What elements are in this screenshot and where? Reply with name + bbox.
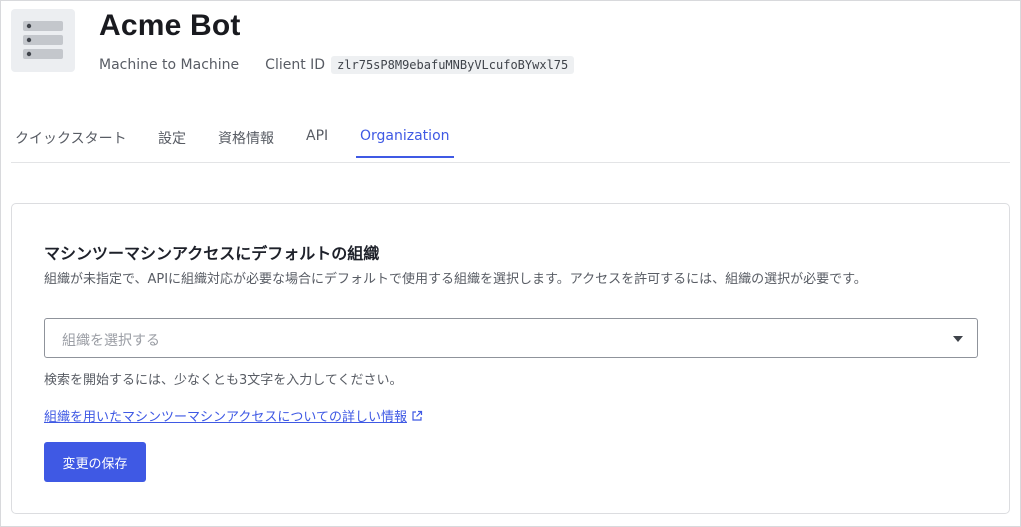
save-changes-button[interactable]: 変更の保存 — [44, 442, 146, 482]
tab-settings[interactable]: 設定 — [154, 128, 190, 160]
tab-bar: クイックスタート 設定 資格情報 API Organization — [11, 120, 1010, 163]
client-id-label: Client ID — [265, 57, 326, 73]
search-hint: 検索を開始するには、少なくとも3文字を入力してください。 — [44, 373, 403, 388]
chevron-down-icon — [953, 336, 963, 342]
organization-select-placeholder: 組織を選択する — [62, 333, 160, 349]
section-title: マシンツーマシンアクセスにデフォルトの組織 — [44, 244, 380, 263]
tab-organization[interactable]: Organization — [356, 128, 454, 158]
app-type: Machine to Machine — [99, 57, 240, 73]
app-subtitle: Machine to Machine Client ID zlr75sP8M9e… — [99, 56, 575, 74]
section-description: 組織が未指定で、APIに組織対応が必要な場合にデフォルトで使用する組織を選択しま… — [44, 272, 867, 287]
external-link-icon — [412, 410, 423, 421]
server-icon — [11, 9, 75, 72]
tab-credentials[interactable]: 資格情報 — [214, 128, 278, 160]
app-title: Acme Bot — [99, 9, 241, 42]
tab-quickstart[interactable]: クイックスタート — [11, 128, 131, 160]
default-organization-card: マシンツーマシンアクセスにデフォルトの組織 組織が未指定で、APIに組織対応が必… — [11, 203, 1010, 514]
organization-select[interactable]: 組織を選択する — [44, 318, 978, 358]
organization-docs-link[interactable]: 組織を用いたマシンツーマシンアクセスについての詳しい情報 — [44, 406, 423, 425]
organization-docs-link-text[interactable]: 組織を用いたマシンツーマシンアクセスについての詳しい情報 — [44, 406, 407, 425]
client-id-value[interactable]: zlr75sP8M9ebafuMNByVLcufoBYwxl75 — [331, 56, 575, 74]
tab-api[interactable]: API — [302, 128, 332, 156]
